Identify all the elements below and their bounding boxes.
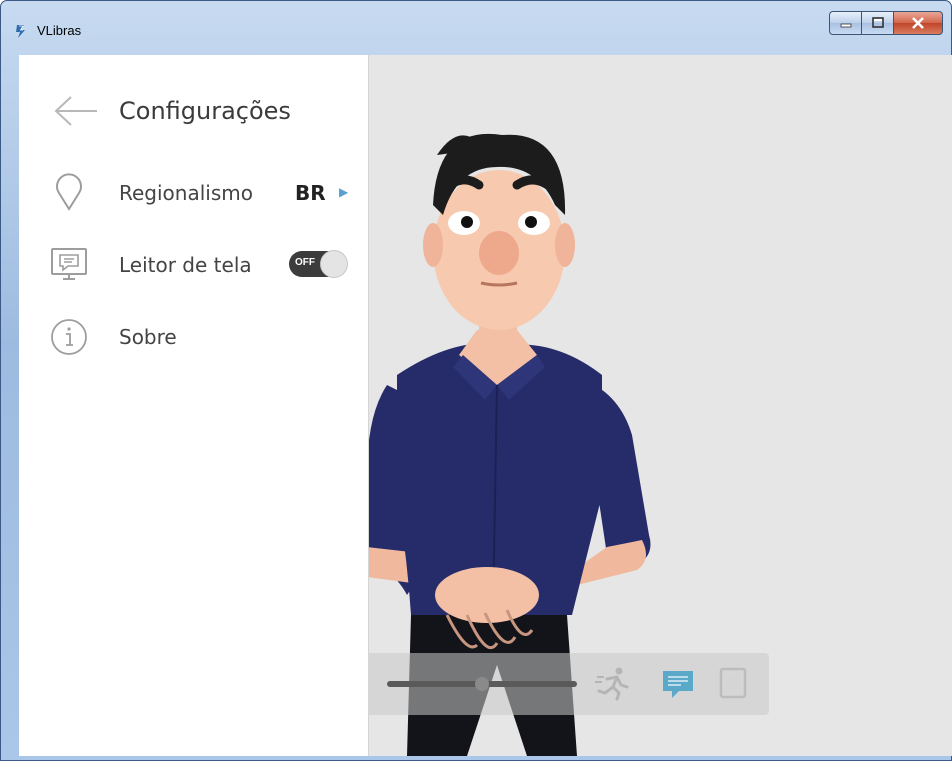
settings-panel: Configurações Regionalismo BR ▶ Leitor d… <box>19 55 369 756</box>
screen-reader-toggle[interactable]: OFF <box>289 250 348 278</box>
settings-item-label: Sobre <box>119 325 177 349</box>
region-value: BR <box>295 181 326 205</box>
window-title: VLibras <box>37 23 82 38</box>
close-button[interactable] <box>893 11 943 35</box>
minimize-button[interactable] <box>829 11 861 35</box>
close-icon <box>912 17 924 29</box>
settings-item-label: Leitor de tela <box>119 253 252 277</box>
toggle-knob <box>320 250 348 278</box>
page-title: Configurações <box>119 97 291 125</box>
maximize-button[interactable] <box>861 11 893 35</box>
info-icon <box>51 319 87 355</box>
subtitle-icon[interactable] <box>661 667 695 701</box>
maximize-icon <box>871 17 884 28</box>
settings-header: Configurações <box>19 87 369 135</box>
player-control-bar <box>367 653 769 715</box>
settings-item-label: Regionalismo <box>119 181 253 205</box>
window-controls <box>829 11 943 35</box>
dictionary-icon[interactable] <box>719 667 747 699</box>
vlibras-logo-icon <box>16 25 25 38</box>
running-man-icon[interactable] <box>595 665 631 701</box>
settings-item-regionalismo[interactable]: Regionalismo BR ▶ <box>19 167 369 217</box>
app-window: VLibras Configurações Regionalismo BR ▶ … <box>0 0 952 761</box>
settings-item-sobre[interactable]: Sobre <box>19 311 369 361</box>
title-bar[interactable]: VLibras <box>1 1 951 53</box>
back-arrow-icon[interactable] <box>53 95 99 127</box>
avatar-figure <box>367 133 651 756</box>
avatar-stage <box>367 55 952 756</box>
settings-item-leitor-de-tela: Leitor de tela OFF <box>19 239 369 289</box>
chevron-right-icon: ▶ <box>339 185 349 199</box>
monitor-icon <box>51 248 87 280</box>
app-client-area: Configurações Regionalismo BR ▶ Leitor d… <box>19 55 952 756</box>
speed-slider[interactable] <box>387 677 577 691</box>
toggle-state-label: OFF <box>295 257 315 268</box>
location-pin-icon <box>56 173 82 211</box>
minimize-icon <box>840 23 851 28</box>
